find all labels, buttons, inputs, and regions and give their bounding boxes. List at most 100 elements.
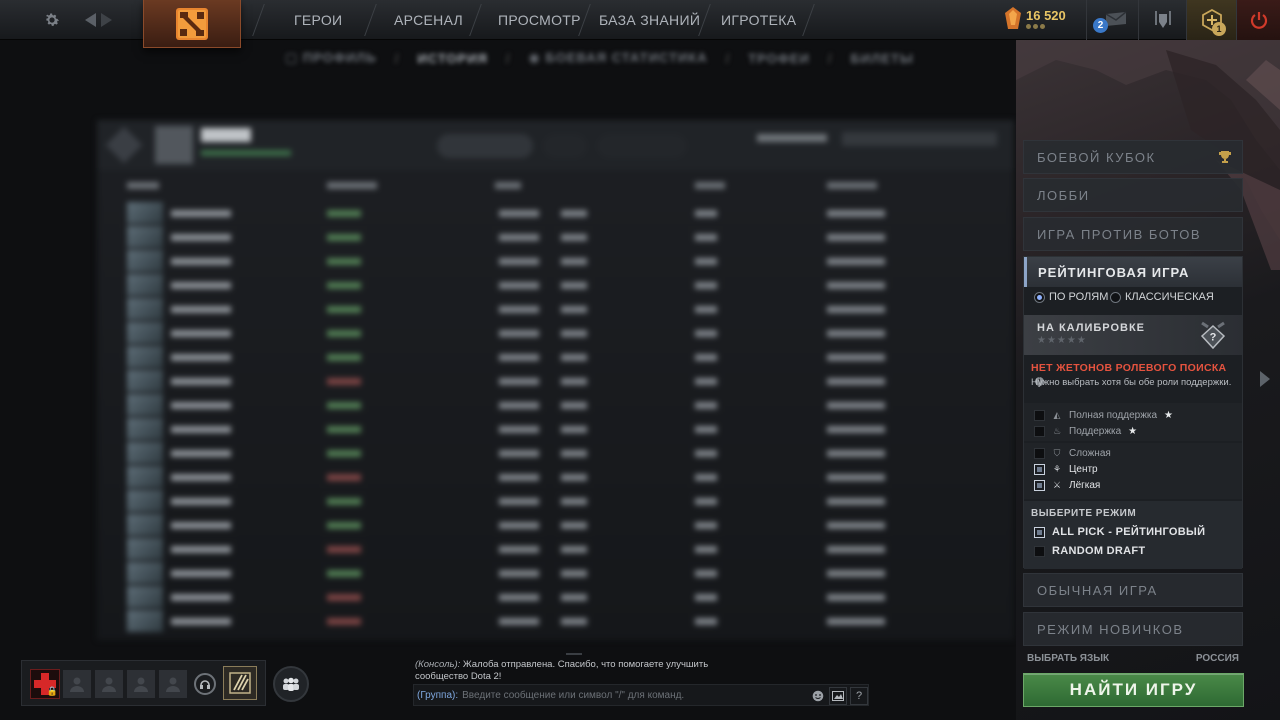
- nav-arcade[interactable]: ИГРОТЕКА: [721, 0, 796, 40]
- mode-all-pick-checkbox[interactable]: [1034, 526, 1045, 538]
- emoji-icon[interactable]: [809, 687, 827, 705]
- find-game-button[interactable]: НАЙТИ ИГРУ: [1023, 673, 1244, 707]
- chat-resize-handle[interactable]: [566, 653, 582, 655]
- role-mid-checkbox[interactable]: [1034, 463, 1045, 475]
- table-cell: [827, 618, 885, 625]
- exit-power-button[interactable]: [1236, 0, 1280, 40]
- table-row[interactable]: [127, 298, 987, 320]
- nav-watch[interactable]: ПРОСМОТР: [498, 0, 581, 40]
- table-row[interactable]: [127, 322, 987, 344]
- shards-currency[interactable]: 16 520: [1005, 7, 1066, 29]
- role-mid[interactable]: ⚘ Центр: [1034, 462, 1098, 476]
- role-hard-support[interactable]: ◭ Полная поддержка ★: [1034, 408, 1173, 422]
- table-cell: [327, 378, 361, 385]
- table-row[interactable]: [127, 610, 987, 632]
- chat-input[interactable]: [462, 689, 813, 701]
- rank-tier-icon[interactable]: [223, 666, 257, 700]
- role-offlane-checkbox[interactable]: [1034, 447, 1045, 459]
- calibration-stars: ★★★★★: [1037, 335, 1087, 346]
- table-row[interactable]: [127, 274, 987, 296]
- table-row[interactable]: [127, 418, 987, 440]
- role-soft-support[interactable]: ♨ Поддержка ★: [1034, 424, 1137, 438]
- expand-right-arrow-icon[interactable]: [1258, 369, 1272, 389]
- voice-headset-icon[interactable]: [194, 673, 216, 695]
- notifications-button[interactable]: 2: [1086, 0, 1138, 40]
- radio-by-roles[interactable]: ПО РОЛЯМ: [1034, 291, 1108, 303]
- history-subtab-1[interactable]: [437, 134, 533, 158]
- vs-bots-button[interactable]: ИГРА ПРОТИВ БОТОВ: [1023, 217, 1243, 251]
- table-row[interactable]: [127, 586, 987, 608]
- trophies-tab[interactable]: ТРОФЕИ: [748, 51, 810, 66]
- friends-group-button[interactable]: [273, 666, 309, 702]
- history-tab[interactable]: ИСТОРИЯ: [417, 51, 488, 66]
- party-slot-5[interactable]: [158, 669, 188, 699]
- table-cell: [499, 210, 539, 217]
- forward-arrow-icon[interactable]: [95, 8, 119, 32]
- table-cell: [127, 202, 163, 224]
- chat-channel-label[interactable]: (Группа):: [417, 690, 458, 701]
- table-row[interactable]: [127, 514, 987, 536]
- table-cell: [695, 330, 717, 337]
- table-row[interactable]: [127, 250, 987, 272]
- mode-select-block: ВЫБЕРИТЕ РЕЖИМ ALL PICK - РЕЙТИНГОВЫЙ RA…: [1024, 501, 1242, 569]
- tickets-tab[interactable]: БИЛЕТЫ: [851, 51, 914, 66]
- language-value: РОССИЯ: [1195, 653, 1239, 664]
- dota-logo-home-button[interactable]: [143, 0, 241, 48]
- table-cell: [827, 234, 885, 241]
- role-safelane-checkbox[interactable]: [1034, 479, 1045, 491]
- table-row[interactable]: [127, 226, 987, 248]
- table-row[interactable]: [127, 346, 987, 368]
- table-row[interactable]: [127, 202, 987, 224]
- role-safelane[interactable]: ⚔ Лёгкая: [1034, 478, 1100, 492]
- table-cell: [499, 570, 539, 577]
- normal-game-button[interactable]: ОБЫЧНАЯ ИГРА: [1023, 573, 1243, 607]
- ranked-game-header[interactable]: РЕЙТИНГОВАЯ ИГРА: [1024, 257, 1242, 287]
- profile-tab[interactable]: ▢ ПРОФИЛЬ: [285, 50, 377, 66]
- role-offlane[interactable]: ⛉ Сложная: [1034, 446, 1111, 460]
- party-slot-2[interactable]: [62, 669, 92, 699]
- table-row[interactable]: [127, 562, 987, 584]
- chat-image-icon[interactable]: [829, 687, 847, 705]
- table-cell: [561, 402, 587, 409]
- mode-random-draft[interactable]: RANDOM DRAFT: [1034, 545, 1145, 557]
- table-cell: [127, 442, 163, 464]
- table-cell: [327, 258, 361, 265]
- lobby-button[interactable]: ЛОББИ: [1023, 178, 1243, 212]
- role-hard-support-checkbox[interactable]: [1034, 409, 1045, 421]
- stats-tab[interactable]: ◉ БОЕВАЯ СТАТИСТИКА: [529, 50, 708, 66]
- mode-random-draft-checkbox[interactable]: [1034, 545, 1045, 557]
- nav-learn[interactable]: БАЗА ЗНАНИЙ: [599, 0, 700, 40]
- table-row[interactable]: [127, 466, 987, 488]
- table-cell: [695, 570, 717, 577]
- hard-support-icon: ◭: [1053, 409, 1061, 420]
- armory-shield-button[interactable]: [1138, 0, 1186, 40]
- table-cell: [171, 474, 231, 481]
- role-soft-support-checkbox[interactable]: [1034, 425, 1045, 437]
- player-emblem-icon: [105, 126, 143, 164]
- table-row[interactable]: [127, 442, 987, 464]
- chat-help-button[interactable]: ?: [850, 687, 868, 705]
- table-cell: [827, 498, 885, 505]
- table-row[interactable]: [127, 538, 987, 560]
- table-row[interactable]: [127, 394, 987, 416]
- mode-all-pick-ranked[interactable]: ALL PICK - РЕЙТИНГОВЫЙ: [1034, 526, 1205, 538]
- nav-armory[interactable]: АРСЕНАЛ: [394, 0, 463, 40]
- history-subtab-3[interactable]: [597, 134, 687, 158]
- battle-pass-button[interactable]: 1: [1186, 0, 1236, 40]
- radio-classic[interactable]: КЛАССИЧЕСКАЯ: [1110, 291, 1214, 303]
- battle-cup-button[interactable]: БОЕВОЙ КУБОК: [1023, 140, 1243, 174]
- table-cell: [695, 618, 717, 625]
- party-slot-self[interactable]: 🔒: [30, 669, 60, 699]
- settings-gear-icon[interactable]: [40, 8, 64, 32]
- table-cell: [171, 426, 231, 433]
- party-slot-3[interactable]: [94, 669, 124, 699]
- table-row[interactable]: [127, 490, 987, 512]
- language-select[interactable]: ВЫБРАТЬ ЯЗЫК РОССИЯ: [1027, 653, 1239, 664]
- table-row[interactable]: [127, 370, 987, 392]
- party-slot-4[interactable]: [126, 669, 156, 699]
- history-subtab-2[interactable]: [543, 134, 587, 158]
- table-cell: [127, 490, 163, 512]
- history-header: [97, 120, 1014, 170]
- nav-heroes[interactable]: ГЕРОИ: [294, 0, 342, 40]
- newbie-mode-button[interactable]: РЕЖИМ НОВИЧКОВ: [1023, 612, 1243, 646]
